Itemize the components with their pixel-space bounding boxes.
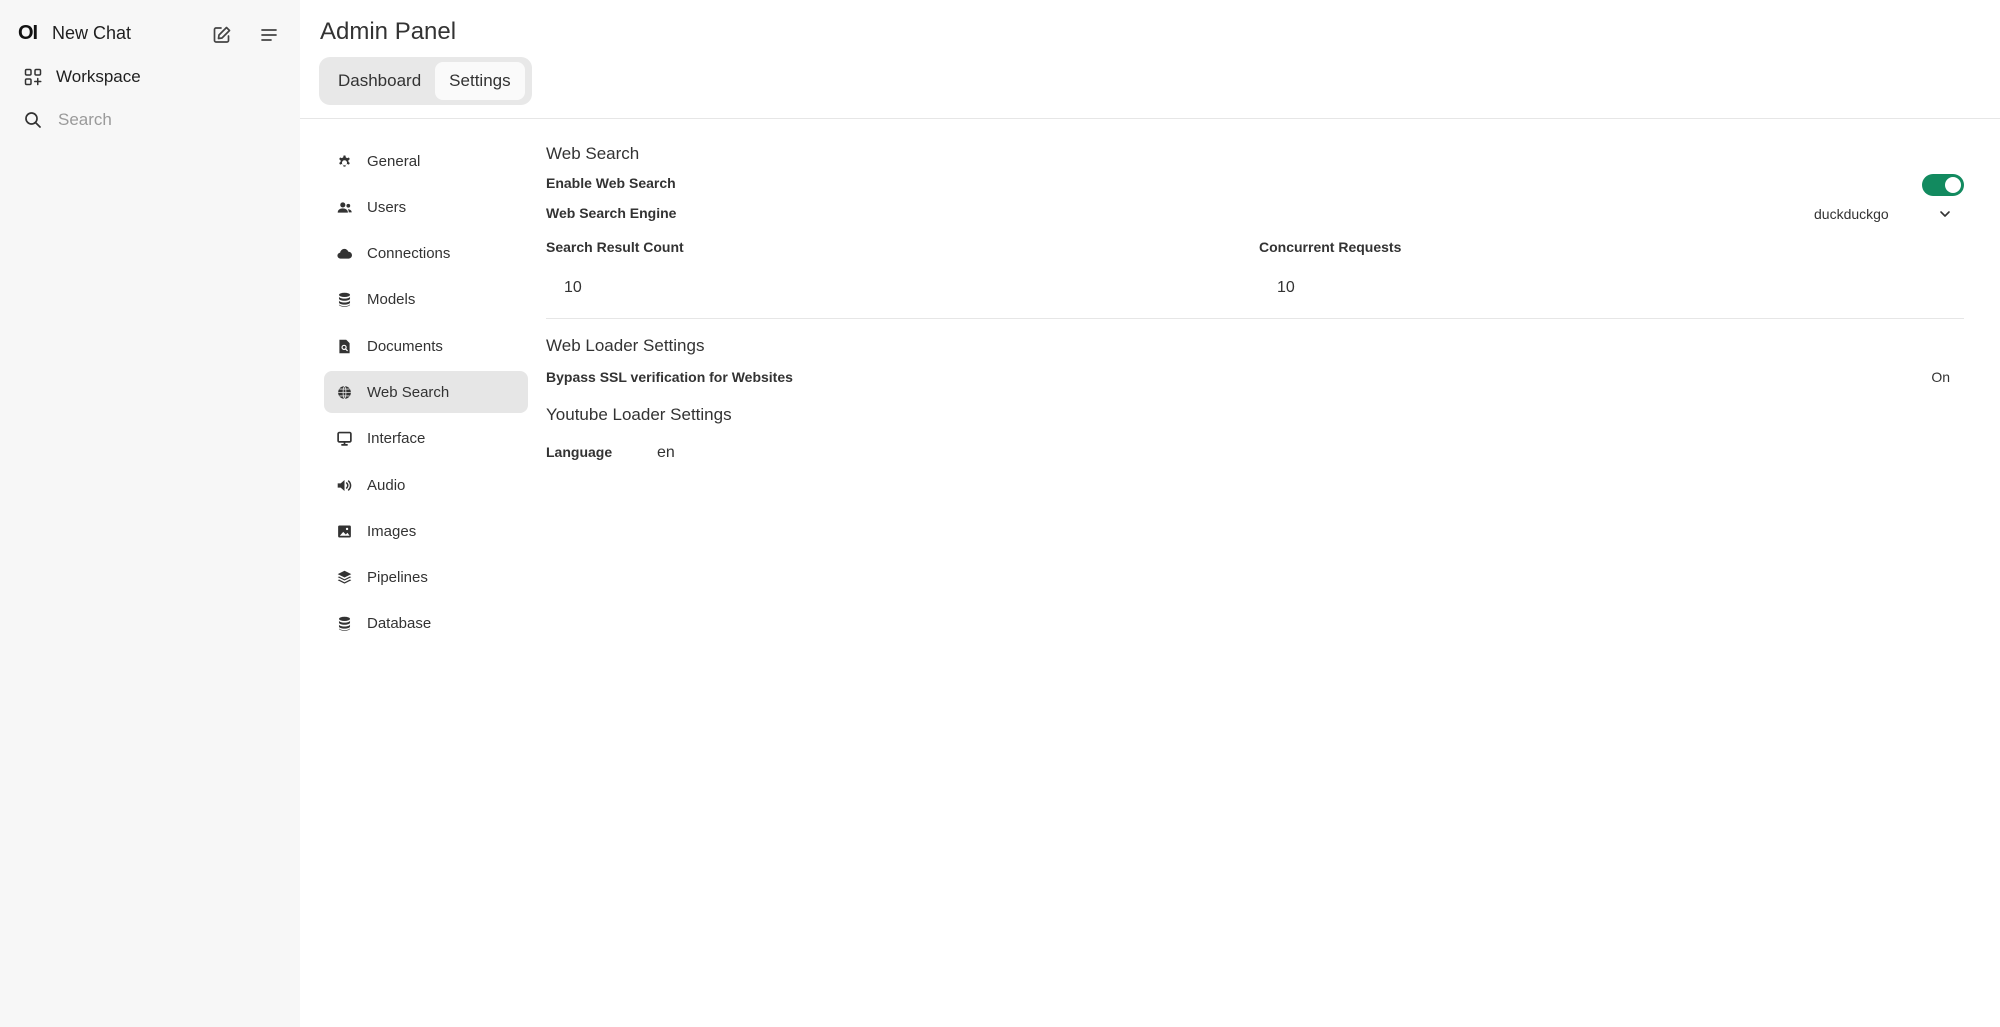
nav-item-documents[interactable]: Documents xyxy=(324,325,528,367)
bypass-ssl-label: Bypass SSL verification for Websites xyxy=(546,369,793,385)
nav-item-users[interactable]: Users xyxy=(324,186,528,228)
speaker-icon xyxy=(337,479,352,491)
nav-label-database: Database xyxy=(367,615,432,633)
nav-item-models[interactable]: Models xyxy=(324,279,528,321)
tab-dashboard[interactable]: Dashboard xyxy=(324,62,435,100)
layers-icon xyxy=(337,570,352,584)
nav-label-users: Users xyxy=(367,198,407,216)
nav-item-database[interactable]: Database xyxy=(324,603,528,645)
nav-label-audio: Audio xyxy=(367,476,406,494)
nav-item-images[interactable]: Images xyxy=(324,510,528,552)
nav-label-images: Images xyxy=(367,522,417,540)
nav-item-general[interactable]: General xyxy=(324,140,528,182)
left-sidebar: OI New Chat Workspace Search xyxy=(0,0,300,1027)
language-label: Language xyxy=(546,444,613,460)
search-input[interactable]: Search xyxy=(58,110,112,130)
nav-item-web-search[interactable]: Web Search xyxy=(324,371,528,414)
nav-item-audio[interactable]: Audio xyxy=(324,464,528,506)
database-icon xyxy=(338,293,351,308)
admin-app: OI New Chat Workspace Search Admin Panel… xyxy=(0,0,2000,1027)
chevron-down-icon xyxy=(1940,211,1950,217)
new-chat-row[interactable]: OI New Chat xyxy=(18,22,131,45)
nav-label-interface: Interface xyxy=(367,430,426,448)
document-search-icon xyxy=(339,339,350,353)
page-title: Admin Panel xyxy=(320,18,457,45)
youtube-loader-heading: Youtube Loader Settings xyxy=(546,405,732,424)
workspace-label: Workspace xyxy=(56,67,141,86)
web-search-engine-label: Web Search Engine xyxy=(546,205,677,221)
nav-label-web-search: Web Search xyxy=(367,383,450,401)
language-input[interactable]: en xyxy=(657,442,857,464)
concurrent-requests-input[interactable]: 10 xyxy=(1259,270,1959,306)
workspace-link[interactable]: Workspace xyxy=(24,67,141,87)
web-search-heading: Web Search xyxy=(546,144,640,163)
concurrent-requests-label: Concurrent Requests xyxy=(1259,239,1402,255)
database-icon xyxy=(338,617,351,632)
bypass-ssl-toggle-button[interactable]: On xyxy=(1931,369,1950,385)
image-icon xyxy=(338,525,351,538)
search-icon xyxy=(25,112,41,128)
nav-label-models: Models xyxy=(367,291,416,309)
workspace-icon xyxy=(24,68,42,86)
web-search-engine-value: duckduckgo xyxy=(1814,206,1889,222)
tab-settings[interactable]: Settings xyxy=(435,62,525,100)
nav-label-connections: Connections xyxy=(367,245,451,263)
section-divider xyxy=(546,318,1964,319)
monitor-icon xyxy=(337,431,352,447)
settings-nav: General Users Connections Models Documen… xyxy=(324,140,528,649)
nav-label-general: General xyxy=(367,152,421,170)
enable-web-search-label: Enable Web Search xyxy=(546,175,676,191)
sidebar-menu-icon[interactable] xyxy=(254,20,284,50)
admin-tabs: Dashboard Settings xyxy=(319,57,532,105)
nav-item-interface[interactable]: Interface xyxy=(324,418,528,460)
nav-label-documents: Documents xyxy=(367,337,443,355)
gear-icon xyxy=(339,155,350,167)
cloud-icon xyxy=(337,249,352,259)
web-loader-heading: Web Loader Settings xyxy=(546,336,705,355)
nav-label-pipelines: Pipelines xyxy=(367,569,428,587)
header-divider xyxy=(300,118,2000,119)
web-search-engine-select[interactable]: duckduckgo xyxy=(1814,202,1964,226)
sidebar-search[interactable]: Search xyxy=(24,110,112,130)
new-chat-link[interactable]: New Chat xyxy=(52,23,131,44)
search-result-count-input[interactable]: 10 xyxy=(546,270,1246,306)
search-result-count-label: Search Result Count xyxy=(546,239,684,255)
nav-item-connections[interactable]: Connections xyxy=(324,233,528,275)
new-chat-edit-icon[interactable] xyxy=(207,20,237,50)
enable-web-search-toggle[interactable] xyxy=(1922,174,1964,196)
app-logo: OI xyxy=(18,22,38,44)
globe-icon xyxy=(338,385,351,400)
nav-item-pipelines[interactable]: Pipelines xyxy=(324,557,528,599)
users-icon xyxy=(337,202,352,213)
